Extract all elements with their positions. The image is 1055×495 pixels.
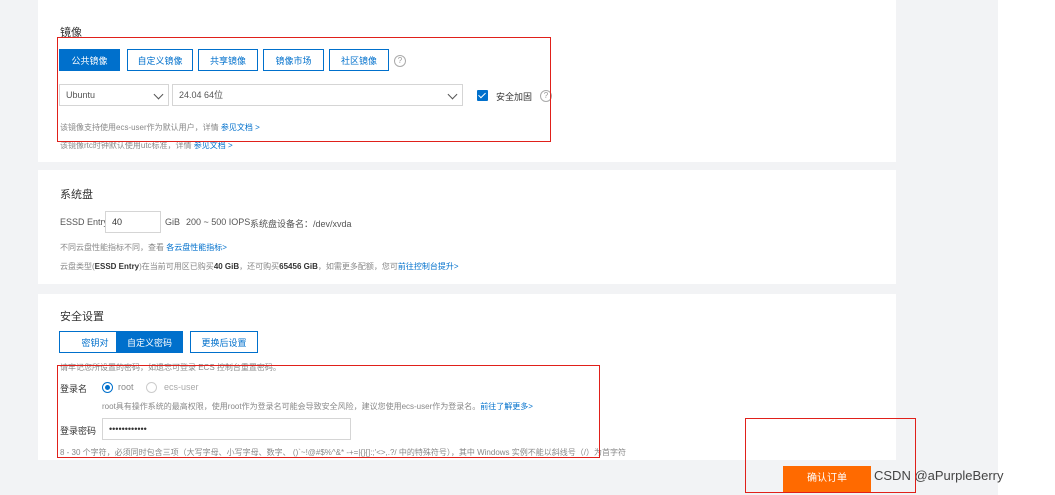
docs-link[interactable]: 参见文档 > [194,141,233,150]
performance-link[interactable]: 各云盘性能指标> [166,243,227,252]
disk-section-title: 系统盘 [60,189,93,201]
annotation-box-login [57,365,600,458]
tab-custom-password[interactable]: 自定义密码 [116,331,183,353]
tab-set-later[interactable]: 更换后设置 [190,331,258,353]
disk-size-input[interactable]: 40 [105,211,161,233]
left-gutter [0,0,38,495]
disk-note-quota: 云盘类型(ESSD Entry)在当前可用区已购买40 GiB，还可购买6545… [60,262,459,271]
page-canvas: 镜像 公共镜像 自定义镜像 共享镜像 镜像市场 社区镜像 ? Ubuntu 24… [0,0,1055,495]
system-disk-panel: 系统盘 ESSD Entry 40 GiB 200 ~ 500 IOPS 系统盘… [38,170,896,284]
disk-unit: GiB [165,217,181,227]
annotation-box-order [745,418,916,493]
disk-iops: 200 ~ 500 IOPS [186,217,251,227]
console-quota-link[interactable]: 前往控制台提升> [398,262,459,271]
annotation-box-image [57,37,551,142]
security-section-title: 安全设置 [60,311,104,323]
disk-type-label: ESSD Entry [60,217,109,227]
disk-device-name: 系统盘设备名：/dev/xvda [250,219,352,229]
disk-note-performance: 不同云盘性能指标不同，查看 各云盘性能指标> [60,243,227,252]
